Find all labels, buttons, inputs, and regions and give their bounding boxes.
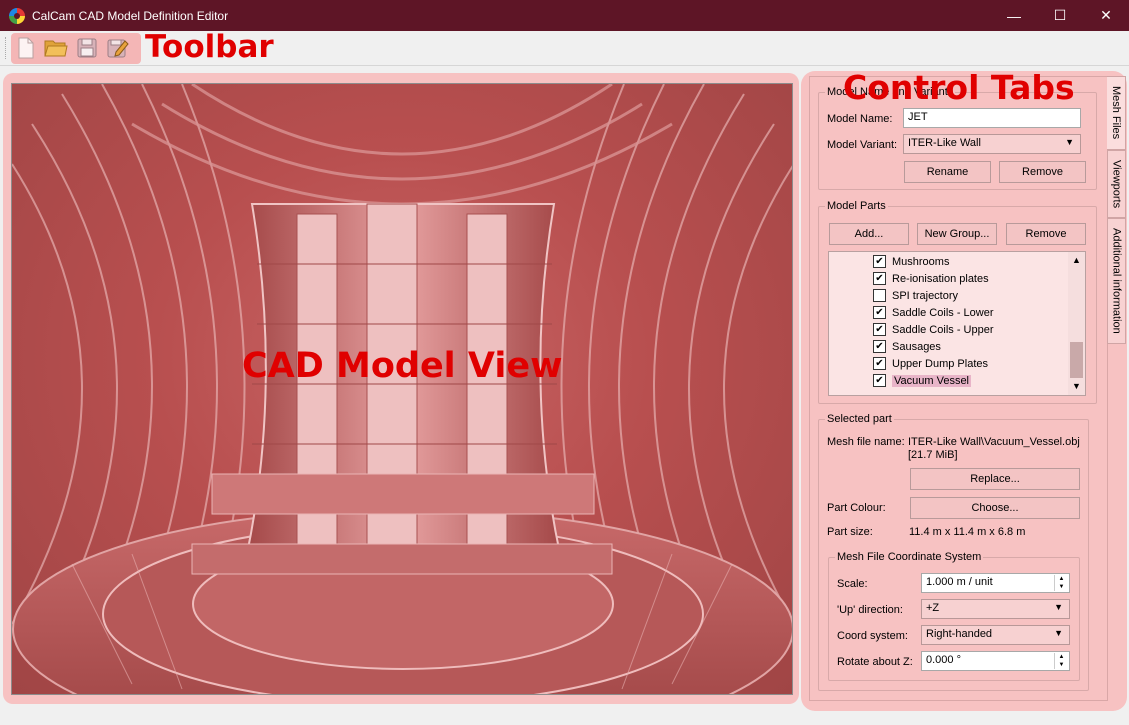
spin-arrows-icon[interactable]: ▲ ▼ (1054, 575, 1068, 591)
tree-item-saddle-coils-upper[interactable]: ✔ Saddle Coils - Upper (873, 321, 994, 338)
tree-item-mushrooms[interactable]: ✔ Mushrooms (873, 253, 949, 270)
chevron-down-icon: ▼ (1065, 137, 1074, 147)
part-size-value: 11.4 m x 11.4 m x 6.8 m (909, 526, 1026, 538)
checkbox[interactable]: ✔ (873, 340, 886, 353)
chevron-down-icon: ▼ (1054, 602, 1063, 612)
new-file-button[interactable] (14, 36, 38, 60)
checkbox[interactable]: ✔ (873, 255, 886, 268)
checkbox[interactable]: ✔ (873, 323, 886, 336)
coord-group-title: Mesh File Coordinate System (835, 551, 984, 563)
open-file-button[interactable] (44, 36, 68, 60)
add-part-button[interactable]: Add... (829, 223, 909, 245)
model-variant-value: ITER-Like Wall (908, 137, 981, 149)
save-as-button[interactable] (106, 36, 130, 60)
remove-part-button[interactable]: Remove (1006, 223, 1086, 245)
status-bar (0, 712, 1129, 725)
model-parts-group-title: Model Parts (825, 200, 888, 212)
new-group-button[interactable]: New Group... (917, 223, 997, 245)
coord-system-label: Coord system: (837, 630, 908, 642)
model-name-label: Model Name: (827, 113, 893, 125)
open-icon (44, 40, 68, 57)
checkbox[interactable]: ✔ (873, 374, 886, 387)
coord-system-value: Right-handed (926, 628, 993, 640)
checkbox[interactable] (873, 289, 886, 302)
mesh-file-size: [21.7 MiB] (908, 449, 958, 461)
scale-spinbox[interactable]: 1.000 m / unit ▲ ▼ (921, 573, 1070, 593)
model-name-input[interactable]: JET (903, 108, 1081, 128)
part-colour-label: Part Colour: (827, 502, 886, 514)
toolbar-overlay-label: Toolbar (145, 29, 274, 65)
cad-model-view[interactable]: CAD Model View (11, 83, 793, 695)
mesh-file-value: ITER-Like Wall\Vacuum_Vessel.obj (908, 436, 1080, 448)
tree-item-upper-dump-plates[interactable]: ✔ Upper Dump Plates (873, 355, 988, 372)
tree-item-spi-trajectory[interactable]: SPI trajectory (873, 287, 958, 304)
tree-item-vacuum-vessel[interactable]: ✔ Vacuum Vessel (873, 372, 972, 389)
remove-variant-button[interactable]: Remove (999, 161, 1086, 183)
checkbox[interactable]: ✔ (873, 357, 886, 370)
scale-value: 1.000 m / unit (926, 576, 993, 588)
up-direction-select[interactable]: +Z ▼ (921, 599, 1070, 619)
new-icon (18, 37, 34, 59)
scale-label: Scale: (837, 578, 868, 590)
control-tabs-overlay-label: Control Tabs (843, 68, 1075, 107)
scroll-down-icon[interactable]: ▼ (1068, 378, 1085, 395)
save-button[interactable] (75, 36, 99, 60)
close-button[interactable]: ✕ (1083, 0, 1129, 31)
model-parts-tree[interactable]: ✔ Mushrooms ✔ Re-ionisation plates SPI tra… (828, 251, 1086, 396)
tree-item-saddle-coils-lower[interactable]: ✔ Saddle Coils - Lower (873, 304, 994, 321)
rename-variant-button[interactable]: Rename (904, 161, 991, 183)
part-size-label: Part size: (827, 526, 873, 538)
chevron-down-icon: ▼ (1054, 628, 1063, 638)
cad-view-region: CAD Model View (3, 73, 799, 704)
checkbox[interactable]: ✔ (873, 272, 886, 285)
model-variant-label: Model Variant: (827, 139, 898, 151)
up-direction-label: 'Up' direction: (837, 604, 903, 616)
title-bar: CalCam CAD Model Definition Editor — ☐ ✕ (0, 0, 1129, 31)
rotate-z-value: 0.000 ° (926, 654, 961, 666)
coord-system-select[interactable]: Right-handed ▼ (921, 625, 1070, 645)
tab-viewports[interactable]: Viewports (1107, 150, 1126, 218)
tree-item-re-ionisation-plates[interactable]: ✔ Re-ionisation plates (873, 270, 989, 287)
selected-part-group-title: Selected part (825, 413, 894, 425)
maximize-button[interactable]: ☐ (1037, 0, 1083, 31)
choose-colour-button[interactable]: Choose... (910, 497, 1080, 519)
window-controls: — ☐ ✕ (991, 0, 1129, 31)
rotate-z-label: Rotate about Z: (837, 656, 913, 668)
tree-scrollbar[interactable]: ▲ ▼ (1068, 252, 1085, 395)
up-direction-value: +Z (926, 602, 940, 614)
tokamak-render-image (12, 84, 792, 694)
tab-mesh-files[interactable]: Mesh Files (1107, 76, 1126, 150)
window-title: CalCam CAD Model Definition Editor (32, 8, 229, 23)
scroll-thumb[interactable] (1070, 342, 1083, 378)
app-icon (9, 7, 25, 24)
cad-view-overlay-label: CAD Model View (242, 346, 563, 386)
rotate-z-spinbox[interactable]: 0.000 ° ▲ ▼ (921, 651, 1070, 671)
mesh-file-label: Mesh file name: (827, 436, 905, 448)
save-as-icon (107, 39, 129, 58)
tab-additional-information[interactable]: Additional information (1107, 218, 1126, 344)
toolbar: Toolbar (0, 29, 1129, 66)
minimize-button[interactable]: — (991, 0, 1037, 31)
checkbox[interactable]: ✔ (873, 306, 886, 319)
toolbar-grip[interactable] (5, 37, 8, 59)
replace-mesh-button[interactable]: Replace... (910, 468, 1080, 490)
scroll-up-icon[interactable]: ▲ (1068, 252, 1085, 269)
spin-arrows-icon[interactable]: ▲ ▼ (1054, 653, 1068, 669)
model-variant-select[interactable]: ITER-Like Wall ▼ (903, 134, 1081, 154)
tree-item-sausages[interactable]: ✔ Sausages (873, 338, 941, 355)
save-icon (77, 38, 97, 58)
